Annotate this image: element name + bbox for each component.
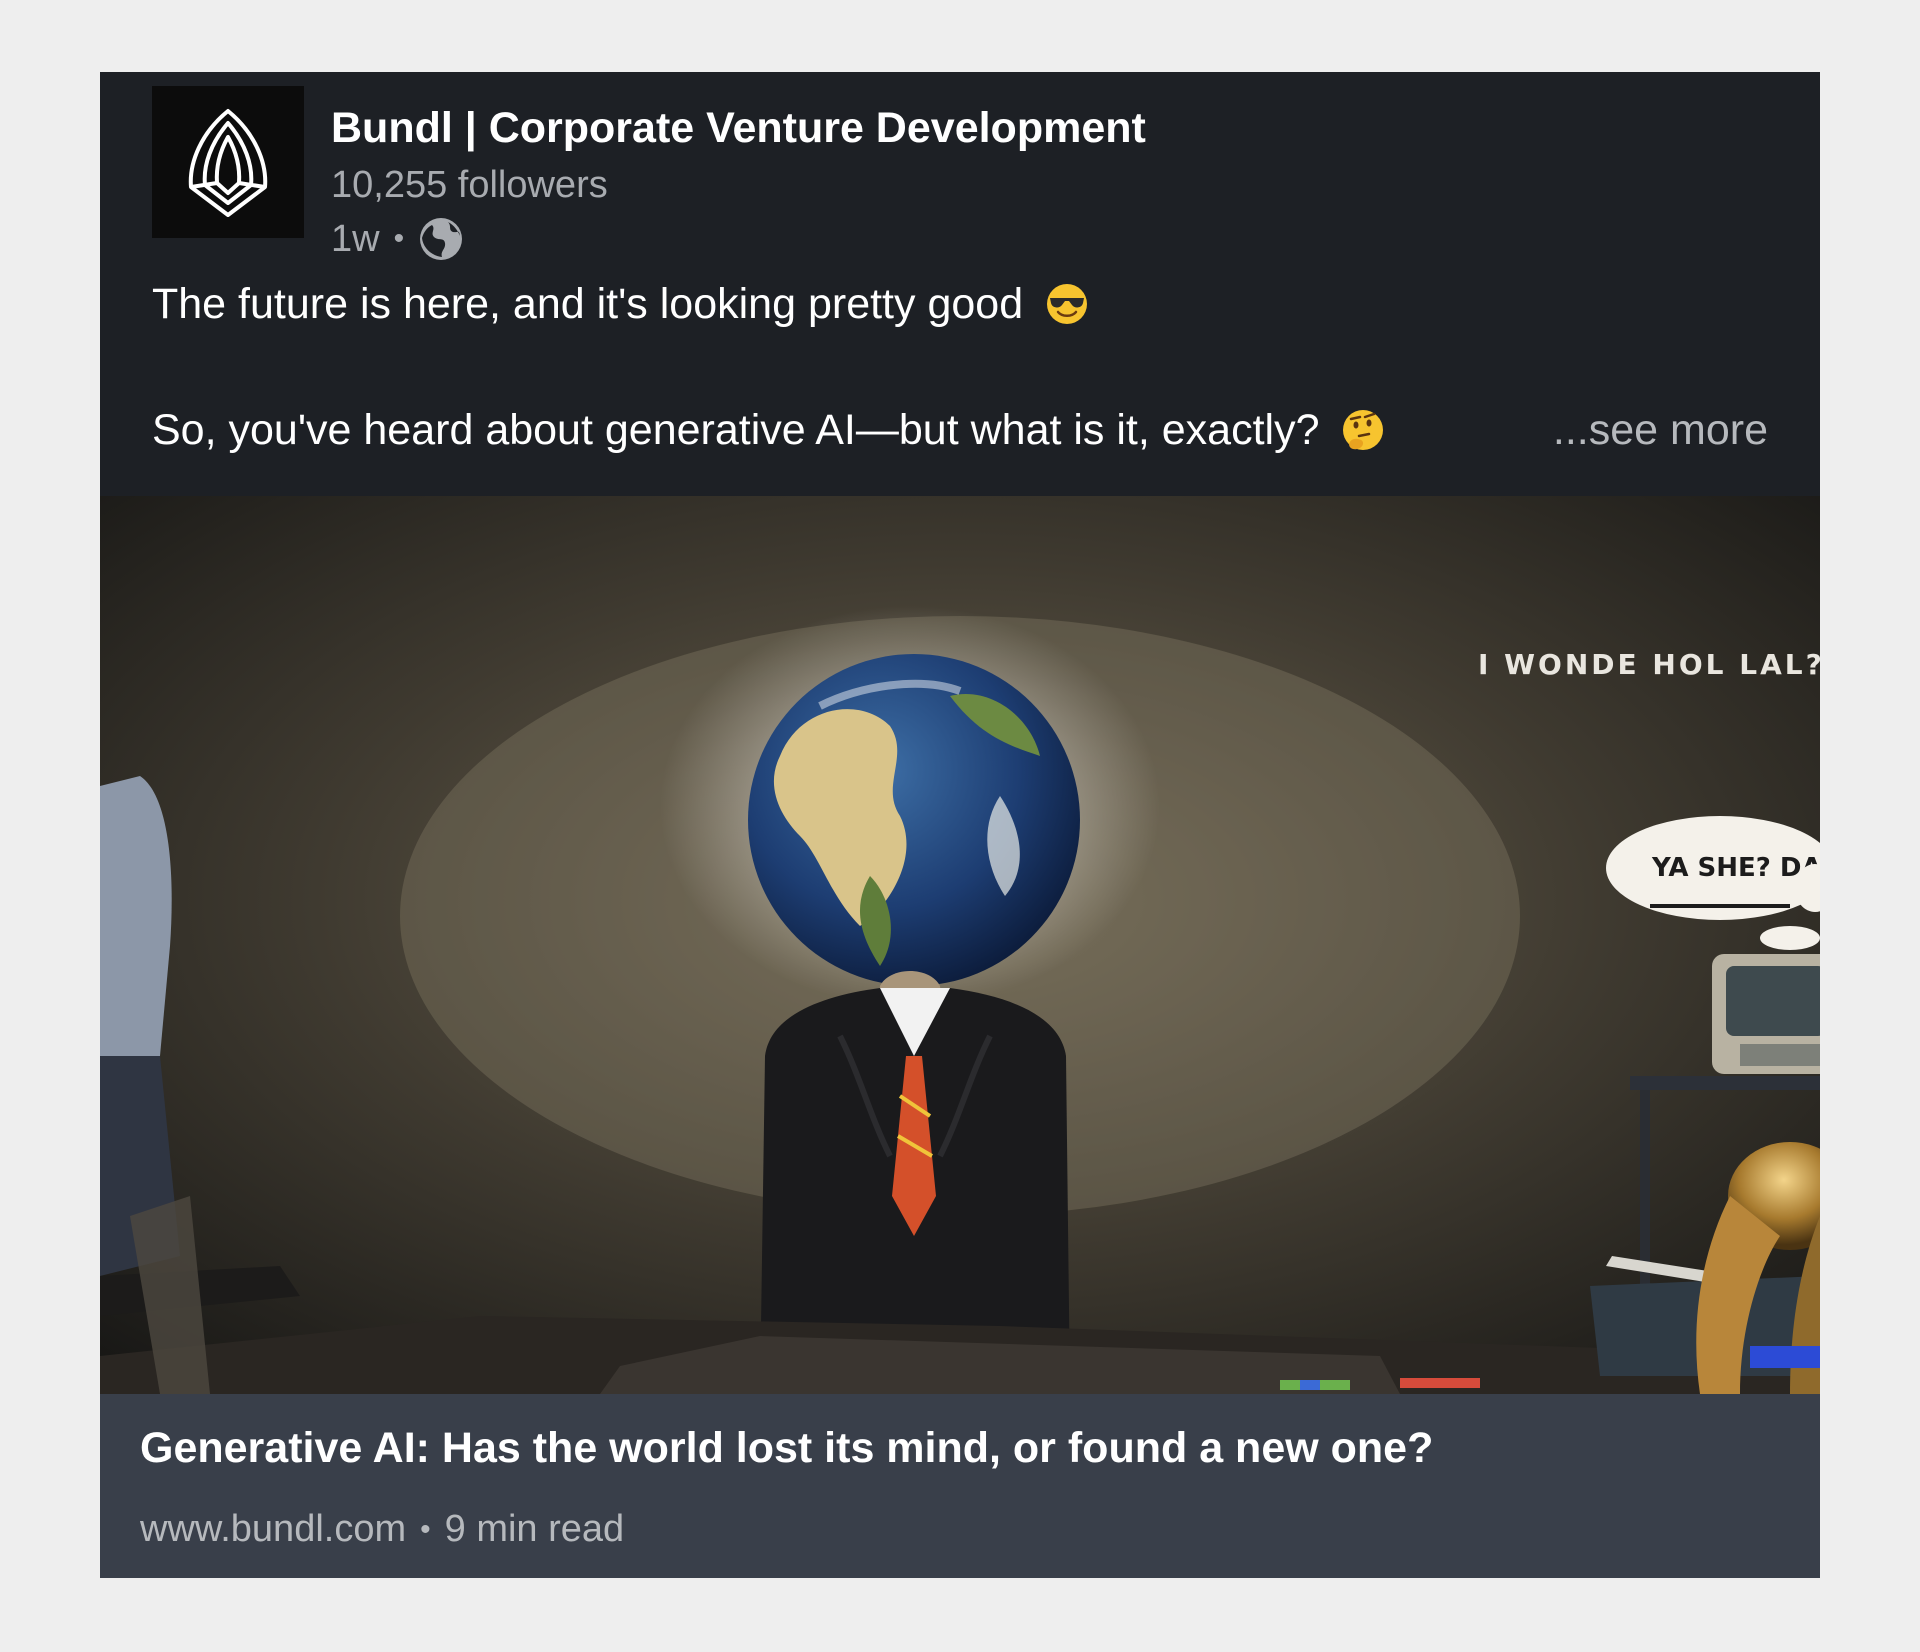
post-text-line-2: So, you've heard about generative AI—but… bbox=[152, 406, 1385, 455]
meta-separator: • bbox=[393, 222, 405, 255]
post-header: Bundl | Corporate Venture Development 10… bbox=[152, 86, 1792, 260]
thinking-emoji-icon bbox=[1343, 410, 1384, 450]
post-text-line-1: The future is here, and it's looking pre… bbox=[152, 280, 1089, 329]
article-link-preview[interactable]: Generative AI: Has the world lost its mi… bbox=[100, 1394, 1820, 1578]
sunglasses-emoji-icon bbox=[1047, 284, 1088, 324]
image-caption-text: I WONDE HOL LAL? 7 bbox=[1478, 648, 1820, 681]
company-name-link[interactable]: Bundl | Corporate Venture Development bbox=[331, 104, 1146, 153]
article-read-time: 9 min read bbox=[444, 1508, 625, 1550]
see-more-link[interactable]: ...see more bbox=[1553, 406, 1768, 455]
bundl-logo-icon bbox=[188, 109, 268, 217]
post-text-line-1-content: The future is here, and it's looking pre… bbox=[152, 280, 1024, 328]
post-age: 1w bbox=[331, 217, 380, 260]
follower-count: 10,255 followers bbox=[331, 164, 608, 206]
article-title[interactable]: Generative AI: Has the world lost its mi… bbox=[140, 1424, 1433, 1473]
article-meta: www.bundl.com • 9 min read bbox=[140, 1508, 624, 1551]
feed-post-card: Bundl | Corporate Venture Development 10… bbox=[100, 72, 1820, 1578]
post-meta: 1w • bbox=[331, 214, 464, 264]
company-logo[interactable] bbox=[152, 86, 304, 238]
globe-icon bbox=[420, 218, 463, 260]
article-meta-separator: • bbox=[420, 1512, 431, 1546]
article-domain: www.bundl.com bbox=[140, 1508, 407, 1550]
speech-bubble-text: YA SHE? DA NOW bbox=[1651, 853, 1820, 883]
post-text-line-2-content: So, you've heard about generative AI—but… bbox=[152, 406, 1320, 454]
article-image[interactable]: I WONDE HOL LAL? 7 YA SHE? DA NOW bbox=[100, 496, 1820, 1394]
article-illustration: I WONDE HOL LAL? 7 YA SHE? DA NOW bbox=[100, 496, 1820, 1394]
